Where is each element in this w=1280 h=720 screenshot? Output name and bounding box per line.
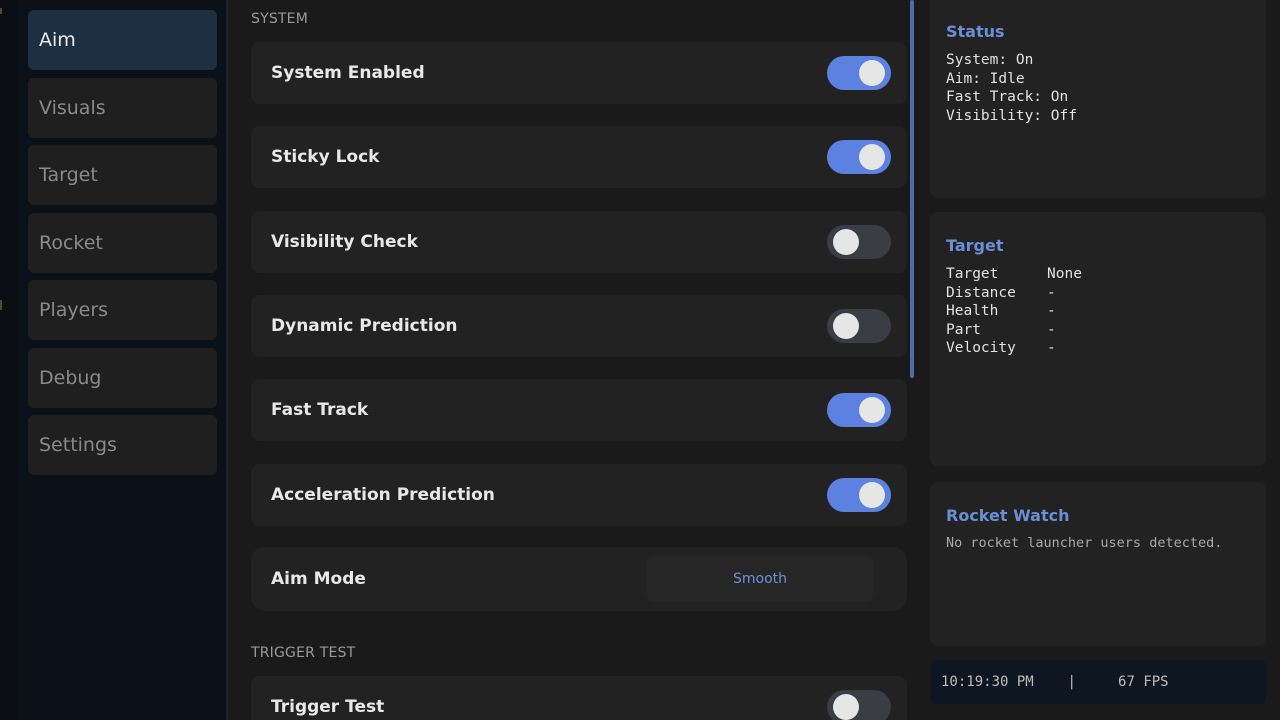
setting-row-acceleration-prediction: Acceleration Prediction [251,464,907,526]
target-key: Target [946,266,999,282]
sidebar-item-settings[interactable]: Settings [28,415,217,475]
setting-row-visibility-check: Visibility Check [251,211,907,273]
system-enabled-toggle[interactable] [827,56,891,90]
target-row: Velocity - [946,339,1250,358]
sticky-lock-toggle[interactable] [827,140,891,174]
left-edge-strip [0,0,18,720]
section-header-system: SYSTEM [251,11,309,27]
sidebar-item-label: Players [39,299,109,321]
setting-row-system-enabled: System Enabled [251,42,907,104]
status-line: System: On [946,52,1034,68]
toggle-knob [859,482,885,508]
sidebar-item-players[interactable]: Players [28,280,217,340]
setting-label: Dynamic Prediction [271,316,458,336]
status-line: Fast Track: On [946,89,1069,106]
toggle-knob [833,313,859,339]
setting-row-aim-mode: Aim Mode Smooth [251,547,907,611]
aim-mode-select[interactable]: Smooth [646,556,874,602]
status-line: Aim: Idle [946,70,1025,87]
edge-mark [0,8,2,14]
setting-label: Trigger Test [271,697,385,717]
fps-readout: 67 FPS [1118,674,1169,690]
setting-label: Visibility Check [271,232,418,252]
target-value: - [1047,321,1056,338]
sidebar-item-aim[interactable]: Aim [28,10,217,70]
sidebar: Aim Visuals Target Rocket Players Debug … [18,0,228,720]
sidebar-item-rocket[interactable]: Rocket [28,213,217,273]
setting-label: Fast Track [271,400,369,420]
setting-row-trigger-test: Trigger Test [251,676,907,720]
scrollbar-thumb[interactable] [910,0,914,378]
section-header-trigger-test: TRIGGER TEST [251,645,356,661]
rocket-watch-card: Rocket Watch No rocket launcher users de… [930,482,1266,646]
target-title: Target [946,236,1004,255]
toggle-knob [859,144,885,170]
setting-label: System Enabled [271,63,425,83]
setting-row-dynamic-prediction: Dynamic Prediction [251,295,907,357]
edge-mark [0,300,2,310]
setting-label: Aim Mode [271,569,366,589]
info-panel: Status System: On Aim: Idle Fast Track: … [920,0,1280,720]
footer-separator: | [1067,674,1076,690]
setting-row-sticky-lock: Sticky Lock [251,126,907,188]
settings-panel: SYSTEM System Enabled Sticky Lock Visibi… [230,0,920,720]
toggle-knob [859,397,885,423]
fast-track-toggle[interactable] [827,393,891,427]
toggle-knob [833,229,859,255]
app-window: Aim Visuals Target Rocket Players Debug … [0,0,1280,720]
sidebar-item-target[interactable]: Target [28,145,217,205]
sidebar-item-label: Debug [39,367,102,389]
sidebar-item-label: Settings [39,434,117,456]
sidebar-item-debug[interactable]: Debug [28,348,217,408]
toggle-knob [859,60,885,86]
target-key: Part [946,321,981,338]
sidebar-item-label: Aim [39,29,76,51]
setting-label: Sticky Lock [271,147,380,167]
acceleration-prediction-toggle[interactable] [827,478,891,512]
status-line: Visibility: Off [946,107,1077,124]
target-row: Part - [946,321,1250,340]
visibility-check-toggle[interactable] [827,225,891,259]
target-value: - [1047,284,1056,301]
toggle-knob [833,694,859,720]
sidebar-item-visuals[interactable]: Visuals [28,78,217,138]
sidebar-item-label: Rocket [39,232,103,254]
target-key: Velocity [946,340,1016,357]
target-value: - [1047,303,1056,320]
target-value: None [1047,266,1082,282]
status-footer: 10:19:30 PM | 67 FPS [930,660,1266,704]
sidebar-item-label: Visuals [39,97,106,119]
target-row: Target None [946,265,1250,284]
target-row: Distance - [946,284,1250,303]
status-title: Status [946,22,1005,41]
target-row: Health - [946,302,1250,321]
setting-row-fast-track: Fast Track [251,379,907,441]
clock-readout: 10:19:30 PM [941,674,1034,690]
target-key: Health [946,303,999,320]
trigger-test-toggle[interactable] [827,690,891,720]
rocket-watch-message: No rocket launcher users detected. [946,535,1223,551]
dynamic-prediction-toggle[interactable] [827,309,891,343]
sidebar-item-label: Target [39,164,98,186]
target-value: - [1047,340,1056,357]
rocket-watch-title: Rocket Watch [946,506,1070,525]
status-card: Status System: On Aim: Idle Fast Track: … [930,0,1266,198]
setting-label: Acceleration Prediction [271,485,495,505]
target-card: Target Target None Distance - Health - Part… [930,212,1266,466]
target-key: Distance [946,284,1016,301]
